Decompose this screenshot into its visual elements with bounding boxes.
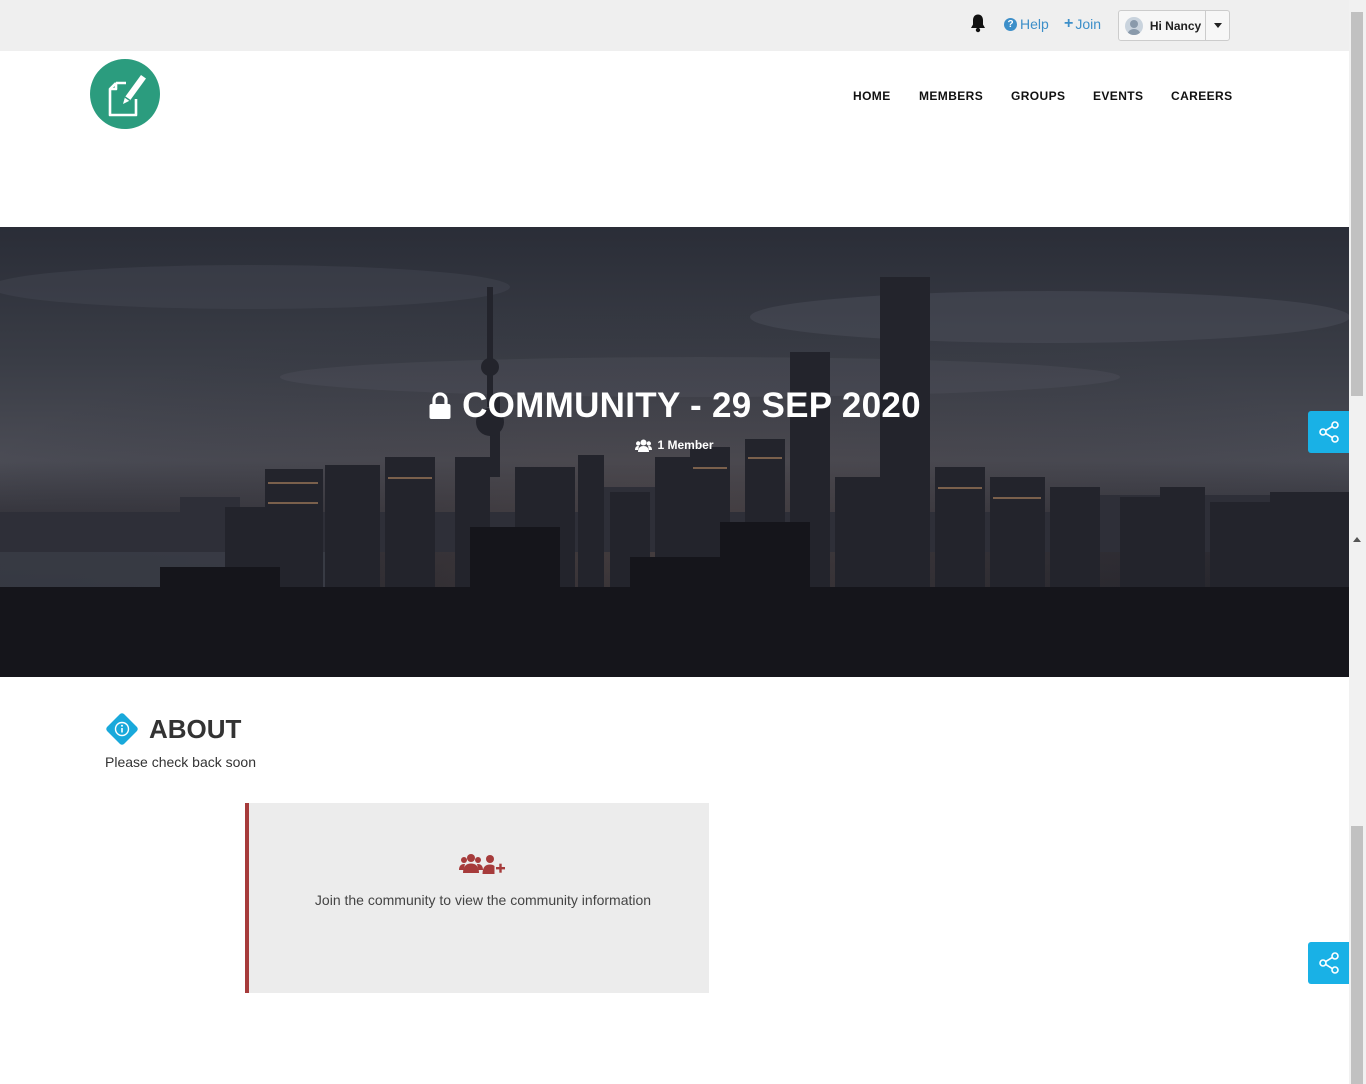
help-label: Help bbox=[1020, 16, 1049, 32]
plus-icon: + bbox=[1064, 15, 1074, 32]
user-menu-toggle[interactable] bbox=[1205, 11, 1229, 40]
help-icon: ? bbox=[1004, 17, 1017, 31]
scroll-up-arrow[interactable] bbox=[1353, 537, 1361, 542]
page: ? Help + Join Hi Nancy HOME MEMBERS GROU… bbox=[0, 0, 1350, 1084]
info-icon bbox=[106, 713, 138, 745]
hero-title-row: COMMUNITY - 29 SEP 2020 bbox=[0, 386, 1349, 426]
share-button-bottom[interactable] bbox=[1308, 942, 1350, 984]
community-title: COMMUNITY - 29 SEP 2020 bbox=[462, 386, 921, 425]
lock-icon bbox=[429, 392, 451, 419]
join-community-card: Join the community to view the community… bbox=[245, 803, 709, 993]
scrollbar-thumb[interactable] bbox=[1351, 12, 1363, 396]
bell-icon[interactable] bbox=[968, 13, 988, 33]
page-scrollbar[interactable] bbox=[1349, 0, 1366, 1084]
join-card-message: Join the community to view the community… bbox=[314, 892, 652, 908]
nav-members[interactable]: MEMBERS bbox=[919, 89, 983, 103]
member-count: 1 Member bbox=[0, 438, 1349, 452]
avatar bbox=[1125, 16, 1143, 35]
nav-home[interactable]: HOME bbox=[853, 89, 891, 103]
edit-document-icon bbox=[108, 75, 146, 117]
share-button[interactable] bbox=[1308, 411, 1350, 453]
hero-banner: COMMUNITY - 29 SEP 2020 1 Member bbox=[0, 227, 1349, 677]
user-menu-button[interactable]: Hi Nancy bbox=[1118, 10, 1230, 41]
help-link[interactable]: ? Help bbox=[1004, 16, 1049, 32]
scrollbar-thumb-inner[interactable] bbox=[1351, 826, 1363, 1084]
about-heading: ABOUT bbox=[105, 712, 241, 746]
join-link[interactable]: + Join bbox=[1064, 15, 1102, 33]
city-skyline-image bbox=[0, 227, 1349, 677]
site-logo[interactable] bbox=[90, 59, 160, 129]
nav-careers[interactable]: CAREERS bbox=[1171, 89, 1232, 103]
share-icon bbox=[1319, 421, 1339, 443]
users-icon bbox=[635, 439, 653, 452]
member-count-label: 1 Member bbox=[657, 438, 714, 452]
user-greeting: Hi Nancy bbox=[1149, 18, 1202, 33]
share-icon bbox=[1319, 952, 1339, 974]
about-title: ABOUT bbox=[149, 713, 242, 744]
about-text: Please check back soon bbox=[105, 754, 256, 770]
join-label: Join bbox=[1075, 16, 1102, 32]
nav-groups[interactable]: GROUPS bbox=[1011, 89, 1065, 103]
nav-events[interactable]: EVENTS bbox=[1093, 89, 1143, 103]
top-utility-bar: ? Help + Join Hi Nancy bbox=[0, 0, 1349, 51]
caret-down-icon bbox=[1213, 23, 1222, 28]
join-users-icon[interactable] bbox=[459, 853, 505, 875]
